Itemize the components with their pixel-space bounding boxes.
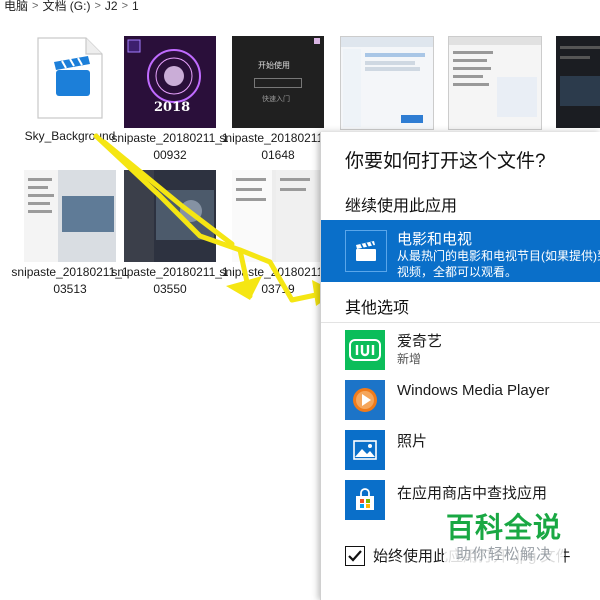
breadcrumb: 电脑 > 文档 (G:) > J2 > 1 [0, 0, 600, 14]
thumbnail-text: 快速入门 [262, 96, 290, 103]
app-option-photos[interactable]: 照片 [321, 428, 600, 472]
app-name: 在应用商店中查找应用 [397, 485, 548, 502]
breadcrumb-item-folder[interactable]: 1 [128, 0, 143, 12]
image-thumbnail [556, 36, 600, 128]
thumbnail-text: 开始使用 [258, 61, 290, 70]
image-thumbnail [24, 170, 116, 262]
always-use-checkbox[interactable] [345, 546, 365, 566]
app-description: 视频，全都可以观看。 [397, 265, 518, 279]
breadcrumb-item-drive[interactable]: 文档 (G:) [38, 0, 94, 12]
media-player-icon [345, 380, 385, 420]
image-thumbnail: 2018 [124, 36, 216, 128]
divider [321, 322, 600, 323]
file-label: snipaste_20180211_100932 [111, 131, 229, 162]
watermark: 百科全说 助你轻松解决 [444, 512, 564, 566]
watermark-title: 百科全说 [444, 512, 564, 544]
image-thumbnail [340, 36, 434, 130]
image-thumbnail [448, 36, 542, 130]
dialog-title: 你要如何打开这个文件? [345, 151, 546, 172]
app-option-iqiyi[interactable]: 爱奇艺 新增 [321, 328, 600, 372]
thumbnail-caption: 2018 [154, 100, 191, 115]
clapperboard-icon [345, 230, 387, 272]
iqiyi-icon [345, 330, 385, 370]
continue-using-heading: 继续使用此应用 [345, 198, 458, 215]
other-options-heading: 其他选项 [345, 300, 410, 317]
watermark-subtitle: 助你轻松解决 [444, 544, 564, 566]
app-name: 照片 [397, 433, 428, 450]
store-icon [345, 480, 385, 520]
image-thumbnail: 开始使用 快速入门 [232, 36, 324, 128]
breadcrumb-item-pc[interactable]: 电脑 [0, 0, 32, 12]
app-description: 从最热门的电影和电视节目(如果提供)到 [397, 249, 600, 263]
app-name: 电影和电视 [397, 231, 473, 248]
image-thumbnail [232, 170, 324, 262]
app-name: 爱奇艺 [397, 333, 443, 350]
app-option-movies-tv[interactable]: 电影和电视 从最热门的电影和电视节目(如果提供)到 视频，全都可以观看。 [321, 220, 600, 282]
app-option-windows-media-player[interactable]: Windows Media Player [321, 378, 600, 422]
app-name: Windows Media Player [397, 382, 550, 399]
video-file-icon [34, 36, 106, 120]
photos-icon [345, 430, 385, 470]
checkmark-icon [348, 550, 362, 562]
breadcrumb-item-j2[interactable]: J2 [101, 0, 122, 12]
image-thumbnail [124, 170, 216, 262]
file-label: snipaste_20180211_103550 [111, 265, 229, 296]
app-new-badge: 新增 [397, 352, 422, 366]
